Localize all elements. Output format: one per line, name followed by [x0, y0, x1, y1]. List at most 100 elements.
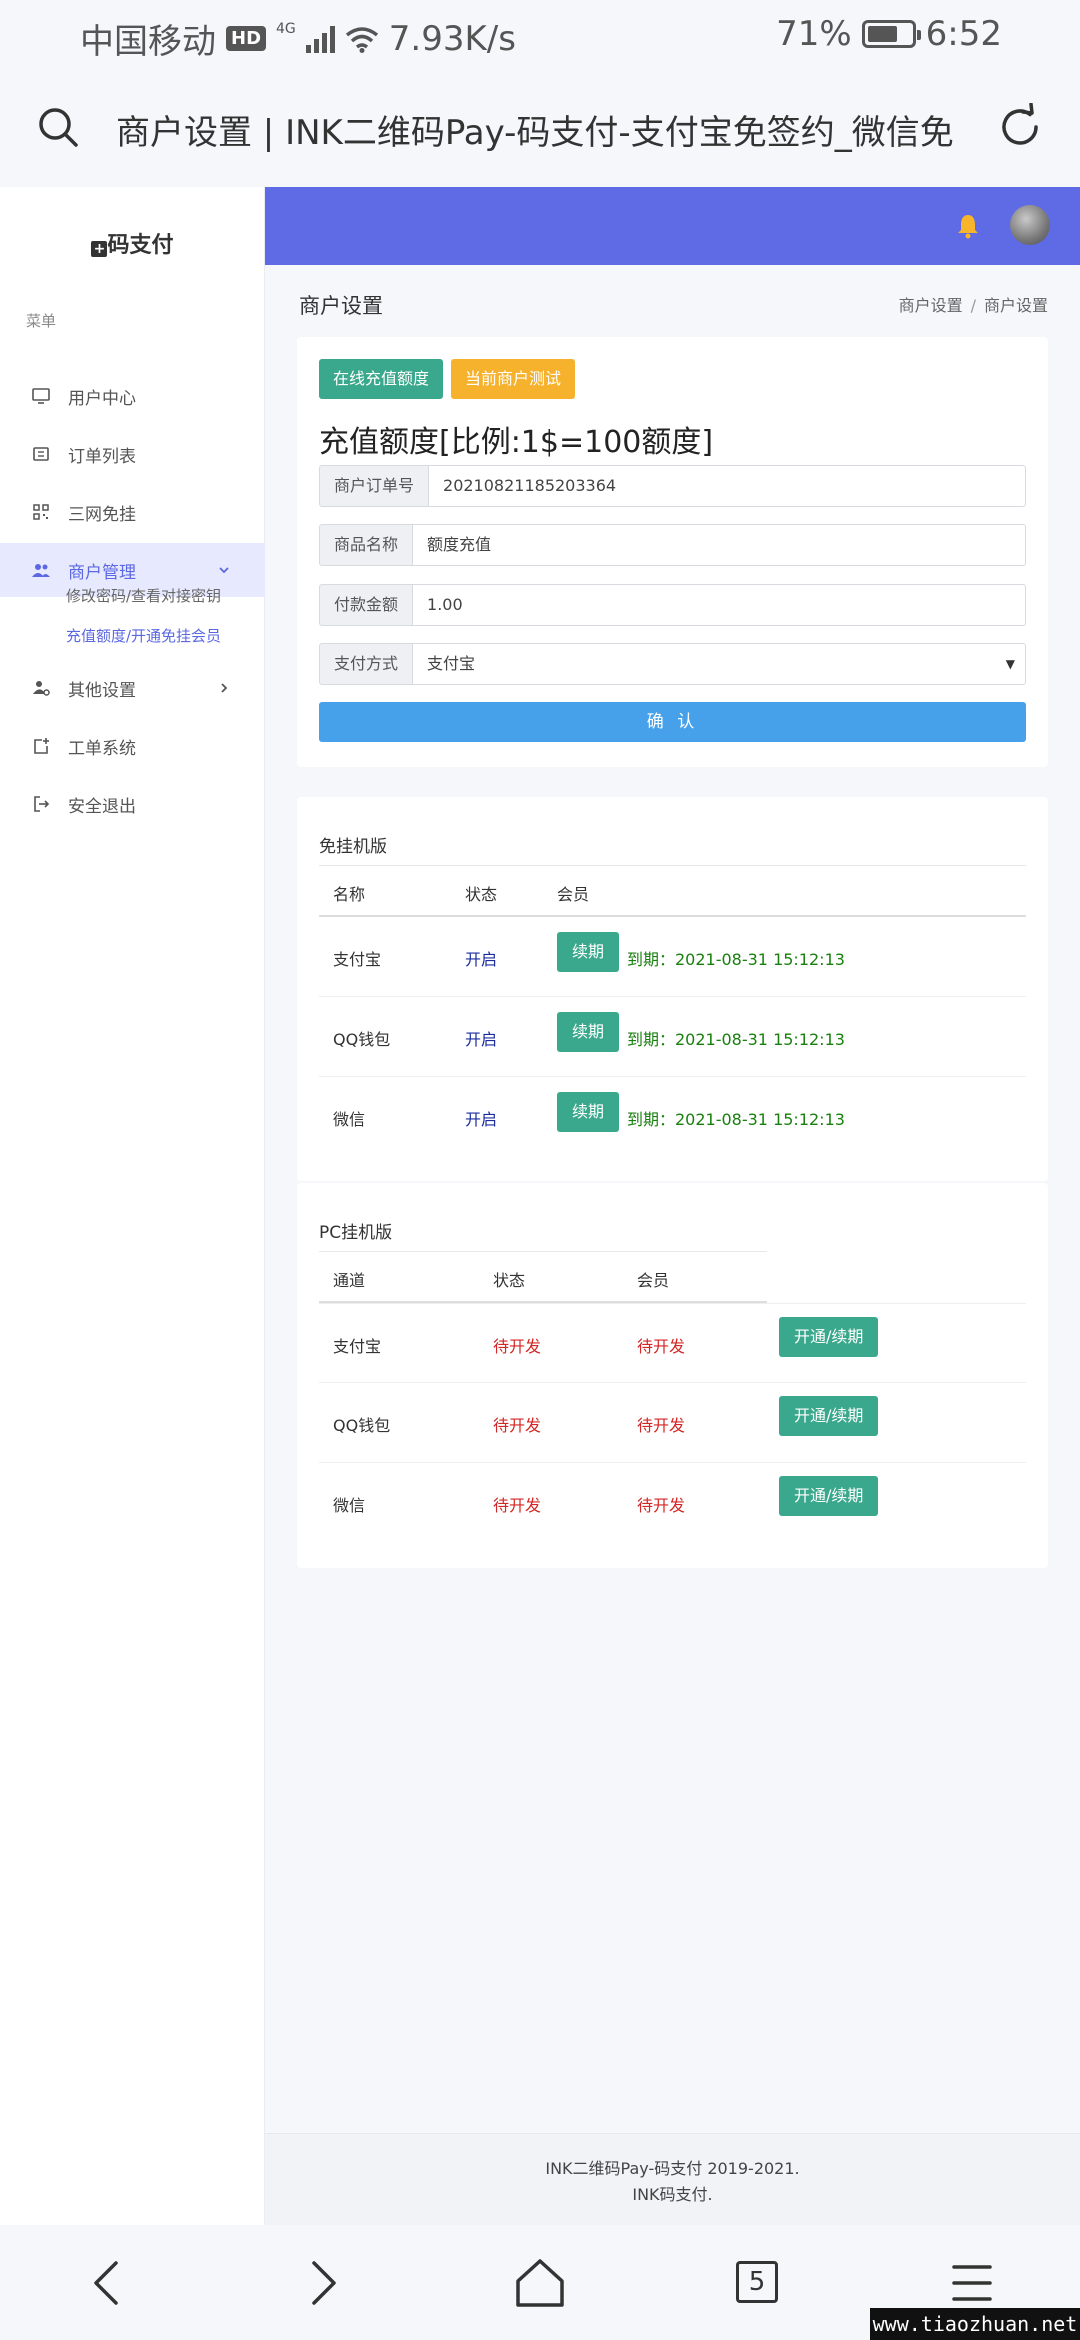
merchant-test-button[interactable]: 当前商户测试	[451, 359, 576, 399]
payment-method-label: 支付方式	[319, 643, 414, 685]
user-settings-icon	[33, 681, 50, 696]
tabs-icon: 5	[736, 2261, 778, 2303]
status-text: 待开发	[493, 1337, 542, 1356]
channel-name: 支付宝	[333, 950, 382, 969]
channel-name: 微信	[333, 1496, 366, 1515]
sidebar-item-label: 安全退出	[68, 796, 136, 817]
page-title: 商户设置	[299, 294, 383, 318]
back-icon[interactable]	[78, 2253, 138, 2313]
table-row: 支付宝 待开发 待开发 开通/续期	[319, 1303, 1026, 1383]
expiry-text: 到期：2021-08-31 15:12:13	[627, 1030, 845, 1049]
section-title: 免挂机版	[319, 837, 387, 857]
sidebar-item-label: 工单系统	[68, 738, 136, 759]
users-icon	[32, 564, 50, 577]
logout-icon	[34, 796, 50, 812]
brand-label: 码支付	[107, 233, 174, 258]
network-speed: 7.93K/s	[388, 18, 516, 59]
channel-name: 支付宝	[333, 1337, 382, 1356]
ticket-icon	[34, 738, 49, 754]
expiry-text: 到期：2021-08-31 15:12:13	[627, 950, 845, 969]
sidebar-item-label: 三网免挂	[68, 504, 136, 525]
search-icon[interactable]	[36, 105, 80, 149]
product-name-row: 商品名称 额度充值	[319, 524, 1026, 566]
table-header: 名称 状态 会员	[319, 865, 1026, 917]
chevron-right-icon	[221, 683, 228, 693]
sidebar-item-other-settings[interactable]: 其他设置	[0, 661, 265, 715]
open-renew-button[interactable]: 开通/续期	[779, 1396, 879, 1436]
sub-item-change-password[interactable]: 修改密码/查看对接密钥	[66, 585, 221, 606]
sidebar-item-tickets[interactable]: 工单系统	[0, 719, 265, 773]
sub-item-recharge[interactable]: 充值额度/开通免挂会员	[66, 625, 221, 646]
menu-heading: 菜单	[26, 312, 57, 330]
signal-icon	[305, 25, 335, 53]
status-text: 开启	[465, 950, 498, 969]
channel-name: QQ钱包	[333, 1416, 391, 1435]
hd-badge: HD	[226, 26, 267, 51]
breadcrumb-item[interactable]: 商户设置	[899, 296, 963, 315]
sidebar-item-orders[interactable]: 订单列表	[0, 427, 265, 481]
recharge-title: 充值额度[比例:1$=100额度]	[319, 425, 714, 460]
clock: 6:52	[925, 14, 1002, 54]
channel-name: QQ钱包	[333, 1030, 391, 1049]
status-text: 待开发	[493, 1416, 542, 1435]
table-row: 微信 开启 续期 到期：2021-08-31 15:12:13	[319, 1077, 1026, 1157]
member-text: 待开发	[637, 1416, 686, 1435]
footer: INK二维码Pay-码支付 2019-2021. INK码支付.	[265, 2133, 1080, 2225]
sidebar-item-user-center[interactable]: 用户中心	[0, 369, 265, 423]
sidebar-item-label: 用户中心	[68, 388, 136, 409]
top-header-bar	[265, 187, 1080, 265]
sidebar-item-label: 商户管理	[68, 562, 136, 583]
sidebar-item-logout[interactable]: 安全退出	[0, 777, 265, 831]
table-header: 通道 状态 会员	[319, 1251, 767, 1303]
monitor-icon	[32, 388, 50, 404]
watermark: www.tiaozhuan.net	[870, 2308, 1080, 2340]
brand[interactable]: +码支付	[0, 227, 265, 259]
column-header: 状态	[465, 885, 498, 904]
product-name-label: 商品名称	[319, 524, 414, 566]
column-header: 通道	[333, 1271, 366, 1290]
open-renew-button[interactable]: 开通/续期	[779, 1476, 879, 1516]
open-renew-button[interactable]: 开通/续期	[779, 1317, 879, 1357]
payment-method-row: 支付方式 支付宝 ▼	[319, 643, 1026, 685]
payment-method-select[interactable]: 支付宝 ▼	[413, 643, 1026, 685]
breadcrumb-item: 商户设置	[983, 296, 1048, 315]
carrier-label: 中国移动	[80, 22, 216, 62]
order-number-row: 商户订单号 20210821185203364	[319, 465, 1026, 507]
online-recharge-button[interactable]: 在线充值额度	[319, 359, 444, 399]
battery-icon	[861, 20, 921, 48]
product-name-field[interactable]: 额度充值	[413, 524, 1026, 566]
status-bar: 中国移动 HD 4G 7.93K/s 71% 6:52	[0, 0, 1080, 75]
renew-button[interactable]: 续期	[557, 932, 620, 972]
qr-icon	[33, 504, 49, 520]
home-icon[interactable]	[510, 2253, 570, 2313]
confirm-button[interactable]: 确 认	[319, 702, 1026, 742]
amount-row: 付款金额 1.00	[319, 584, 1026, 626]
page-title-address[interactable]: 商户设置 | INK二维码Pay-码支付-支付宝免签约_微信免	[116, 105, 966, 154]
member-text: 待开发	[637, 1337, 686, 1356]
tabs-button[interactable]: 5	[728, 2253, 788, 2313]
breadcrumb-separator: /	[970, 296, 976, 315]
reload-icon[interactable]	[996, 103, 1044, 151]
bell-icon[interactable]	[956, 213, 980, 239]
section-title: PC挂机版	[319, 1223, 393, 1243]
renew-button[interactable]: 续期	[557, 1012, 620, 1052]
order-number-field[interactable]: 20210821185203364	[429, 465, 1026, 507]
breadcrumb: 商户设置 / 商户设置	[899, 292, 1048, 316]
member-text: 待开发	[637, 1496, 686, 1515]
sidebar-item-three-network[interactable]: 三网免挂	[0, 485, 265, 539]
table-row: 支付宝 开启 续期 到期：2021-08-31 15:12:13	[319, 917, 1026, 997]
menu-icon[interactable]	[942, 2253, 1002, 2313]
footer-line: INK码支付.	[632, 2185, 713, 2204]
table-row: QQ钱包 开启 续期 到期：2021-08-31 15:12:13	[319, 997, 1026, 1077]
chevron-down-icon	[219, 567, 229, 574]
sidebar: +码支付 菜单 用户中心 订单列表 三网免挂 商户管理 修改密码/查看对接密钥 …	[0, 187, 265, 2225]
amount-field[interactable]: 1.00	[413, 584, 1026, 626]
order-number-label: 商户订单号	[319, 465, 430, 507]
table-row: 微信 待开发 待开发 开通/续期	[319, 1463, 1026, 1543]
renew-button[interactable]: 续期	[557, 1092, 620, 1132]
avatar[interactable]	[1010, 205, 1050, 245]
table-row: QQ钱包 待开发 待开发 开通/续期	[319, 1383, 1026, 1463]
channel-name: 微信	[333, 1110, 366, 1129]
sidebar-item-label: 订单列表	[68, 446, 136, 467]
forward-icon[interactable]	[292, 2253, 352, 2313]
